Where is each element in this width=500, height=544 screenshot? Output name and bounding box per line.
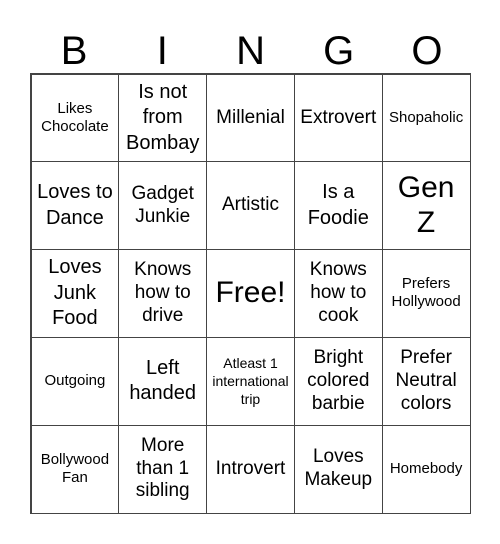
bingo-cell[interactable]: Loves Makeup [293, 424, 383, 514]
bingo-cell[interactable]: Is a Foodie [293, 161, 383, 251]
bingo-cell[interactable]: Gadget Junkie [118, 161, 208, 251]
cell-text: More than 1 sibling [135, 434, 190, 502]
bingo-cell[interactable]: Prefer Neutral colors [381, 336, 471, 426]
cell-text: Outgoing [44, 372, 106, 390]
cell-text: Gadget Junkie [131, 182, 194, 227]
bingo-cell[interactable]: Bollywood Fan [30, 424, 120, 514]
bingo-cell[interactable]: Is not from Bombay [118, 73, 208, 163]
bingo-cell[interactable]: Loves to Dance [30, 161, 120, 251]
bingo-cell[interactable]: Atleast 1 international trip [206, 336, 295, 426]
bingo-cell[interactable]: Likes Chocolate [30, 73, 120, 163]
cell-text: Introvert [215, 457, 286, 479]
cell-text: Bright colored barbie [307, 347, 370, 414]
cell-text: Is not from Bombay [126, 80, 200, 154]
cell-text: Free! [215, 276, 286, 310]
bingo-cell[interactable]: Prefers Hollywood [381, 249, 471, 338]
cell-text: Loves to Dance [37, 181, 113, 229]
header-letter-b: B [60, 29, 88, 73]
bingo-cell[interactable]: Knows how to drive [118, 249, 208, 338]
cell-text: Prefers Hollywood [391, 275, 461, 311]
header-letter-o: O [411, 29, 443, 73]
free-space-cell[interactable]: Free! [206, 249, 295, 338]
bingo-cell[interactable]: Shopaholic [381, 73, 471, 163]
header-letter-i: I [156, 29, 168, 73]
bingo-cell[interactable]: Left handed [118, 336, 208, 426]
cell-text: Gen Z [397, 171, 455, 239]
bingo-cell[interactable]: Outgoing [30, 336, 120, 426]
cell-text: Artistic [221, 194, 279, 216]
bingo-cell[interactable]: Gen Z [381, 161, 471, 251]
cell-text: Loves Makeup [304, 446, 373, 491]
cell-text: Homebody [389, 460, 463, 478]
bingo-cell[interactable]: Loves Junk Food [30, 249, 120, 338]
cell-text: Atleast 1 international trip [212, 355, 289, 408]
cell-text: Knows how to drive [134, 259, 192, 326]
bingo-cell[interactable]: Homebody [381, 424, 471, 514]
header-letter-n: N [236, 29, 265, 73]
cell-text: Bollywood Fan [40, 451, 110, 487]
bingo-cell[interactable]: Millenial [206, 73, 295, 163]
cell-text: Left handed [129, 356, 197, 405]
cell-text: Extrovert [300, 106, 377, 128]
bingo-cell[interactable]: Knows how to cook [293, 249, 383, 338]
cell-text: Is a Foodie [307, 181, 369, 229]
bingo-cell[interactable]: Extrovert [293, 73, 383, 163]
cell-text: Millenial [216, 106, 285, 128]
header-letter-g: G [323, 29, 355, 73]
bingo-header: B I N G O [30, 30, 471, 72]
cell-text: Prefer Neutral colors [395, 347, 457, 414]
bingo-grid: Likes Chocolate Is not from Bombay Milleni… [30, 73, 471, 514]
bingo-cell[interactable]: Artistic [206, 161, 295, 251]
cell-text: Loves Junk Food [48, 256, 102, 330]
cell-text: Likes Chocolate [41, 99, 109, 135]
bingo-cell[interactable]: Introvert [206, 424, 295, 514]
cell-text: Knows how to cook [309, 259, 367, 326]
bingo-cell[interactable]: More than 1 sibling [118, 424, 208, 514]
cell-text: Shopaholic [388, 108, 464, 126]
bingo-cell[interactable]: Bright colored barbie [293, 336, 383, 426]
